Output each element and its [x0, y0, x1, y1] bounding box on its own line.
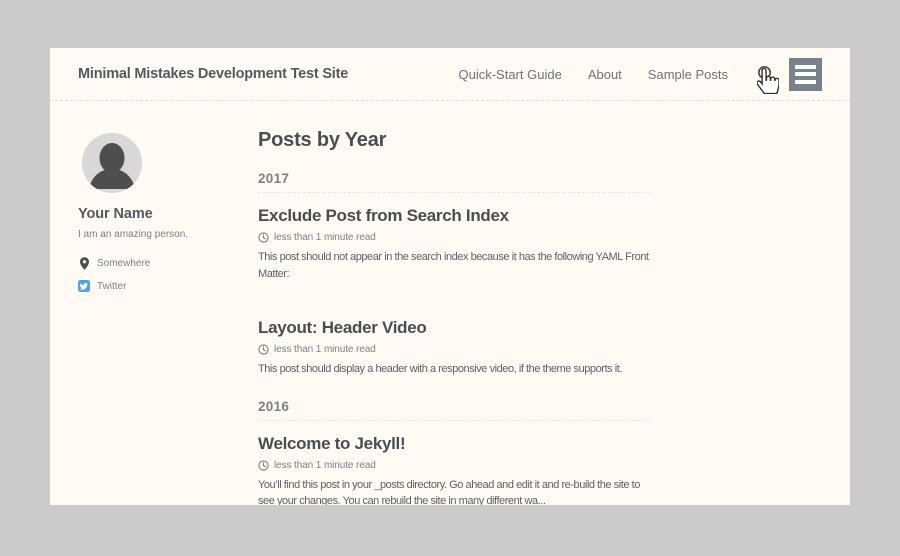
page-title: Posts by Year	[258, 129, 650, 152]
site-title-link[interactable]: Minimal Mistakes Development Test Site	[78, 66, 348, 82]
page-body: Your Name I am an amazing person. Somewh…	[50, 101, 850, 505]
year-heading: 2016	[258, 399, 650, 421]
post-meta: less than 1 minute read	[258, 460, 650, 471]
post-title-link[interactable]: Exclude Post from Search Index	[258, 206, 650, 226]
year-heading: 2017	[258, 171, 650, 193]
author-link-location[interactable]: Somewhere	[78, 257, 258, 270]
location-pin-icon	[78, 257, 90, 270]
author-link-twitter[interactable]: Twitter	[78, 280, 258, 292]
nav-item-sample-posts[interactable]: Sample Posts	[648, 67, 728, 82]
hamburger-menu-button[interactable]	[789, 58, 822, 91]
page-card: Minimal Mistakes Development Test Site Q…	[50, 48, 850, 505]
read-time: less than 1 minute read	[274, 344, 376, 355]
author-link-label: Somewhere	[97, 258, 150, 269]
year-section-2017: 2017 Exclude Post from Search Index less…	[258, 171, 650, 378]
nav-item-quick-start-guide[interactable]: Quick-Start Guide	[458, 67, 561, 82]
post-item: Welcome to Jekyll! less than 1 minute re…	[258, 434, 650, 506]
clock-icon	[258, 232, 269, 243]
post-meta: less than 1 minute read	[258, 344, 650, 355]
post-excerpt: This post should display a header with a…	[258, 361, 650, 378]
read-time: less than 1 minute read	[274, 232, 376, 243]
masthead: Minimal Mistakes Development Test Site Q…	[50, 48, 850, 101]
post-excerpt: This post should not appear in the searc…	[258, 249, 650, 282]
post-item: Exclude Post from Search Index less than…	[258, 206, 650, 282]
post-title-link[interactable]: Layout: Header Video	[258, 318, 650, 338]
clock-icon	[258, 460, 269, 471]
author-avatar	[82, 133, 142, 193]
clock-icon	[258, 344, 269, 355]
author-sidebar: Your Name I am an amazing person. Somewh…	[78, 101, 258, 505]
post-item: Layout: Header Video less than 1 minute …	[258, 318, 650, 378]
author-bio: I am an amazing person.	[78, 229, 258, 240]
author-links: Somewhere Twitter	[78, 257, 258, 292]
author-link-label: Twitter	[97, 281, 126, 292]
author-name: Your Name	[78, 206, 258, 222]
primary-nav: Quick-Start Guide About Sample Posts	[432, 58, 822, 91]
twitter-icon	[78, 280, 90, 292]
hamburger-icon	[795, 65, 816, 69]
read-time: less than 1 minute read	[274, 460, 376, 471]
post-meta: less than 1 minute read	[258, 232, 650, 243]
magnifier-icon	[757, 65, 775, 83]
nav-item-about[interactable]: About	[588, 67, 622, 82]
post-title-link[interactable]: Welcome to Jekyll!	[258, 434, 650, 454]
person-silhouette-icon	[82, 133, 142, 193]
year-section-2016: 2016 Welcome to Jekyll! less than 1 minu…	[258, 399, 650, 506]
search-button[interactable]	[757, 65, 775, 83]
post-excerpt: You’ll find this post in your _posts dir…	[258, 477, 650, 506]
archive-main: Posts by Year 2017 Exclude Post from Sea…	[258, 101, 650, 505]
